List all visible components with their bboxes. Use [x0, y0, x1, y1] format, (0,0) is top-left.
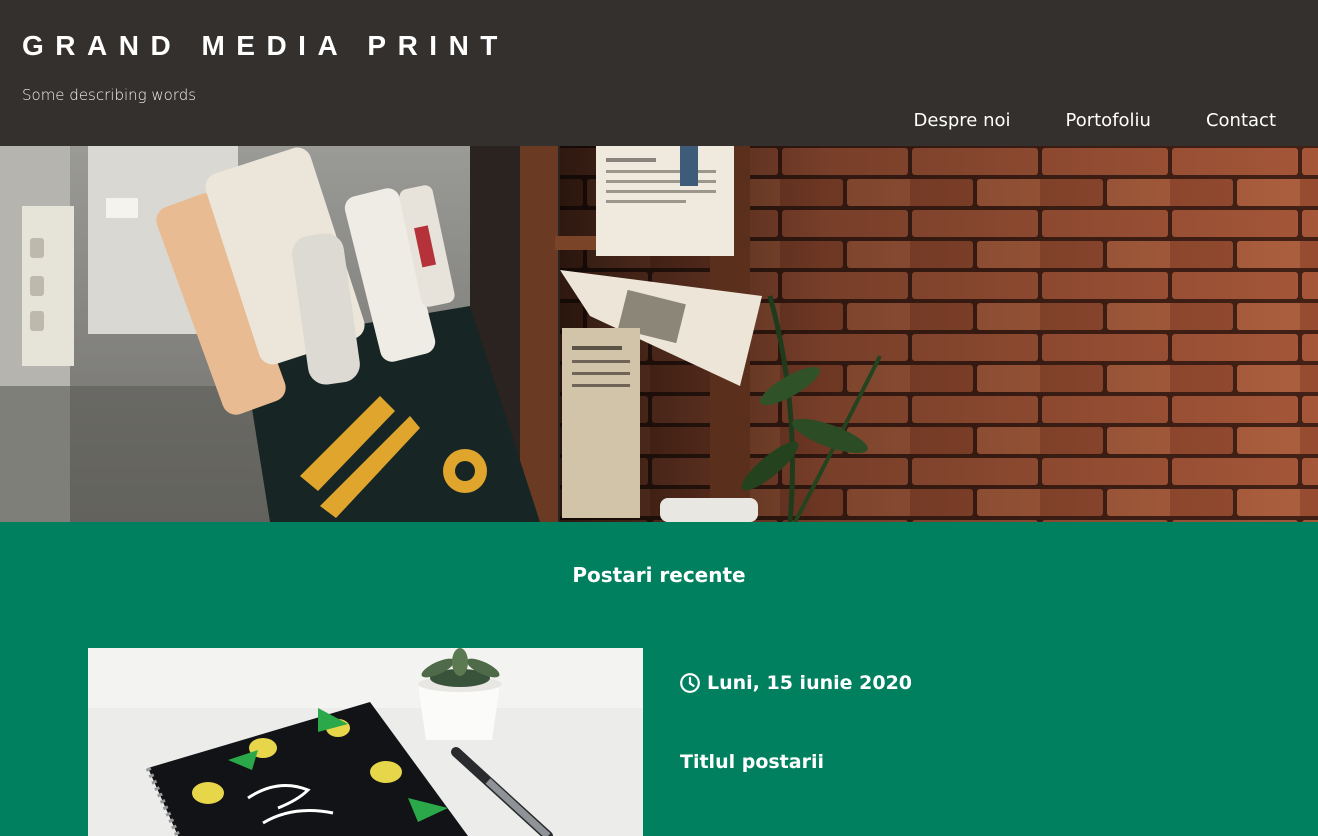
hero-image [0, 146, 1318, 522]
site-header: GRAND MEDIA PRINT Some describing words … [0, 0, 1318, 146]
post-photo-notebook-with-plant [88, 648, 643, 836]
post-date-text: Luni, 15 iunie 2020 [707, 672, 913, 694]
nav-link-portofoliu[interactable]: Portofoliu [1066, 110, 1151, 131]
hero-photo-newspapers-on-brick-wall [0, 146, 1318, 522]
nav-link-contact[interactable]: Contact [1206, 110, 1276, 131]
post-title-link[interactable]: Titlul postarii [680, 751, 824, 773]
post-thumbnail[interactable] [88, 648, 643, 836]
clock-icon [680, 673, 700, 693]
site-tagline: Some describing words [22, 86, 197, 104]
main-nav: Despre noi Portofoliu Contact [914, 110, 1276, 131]
post-date: Luni, 15 iunie 2020 [679, 672, 912, 694]
site-title[interactable]: GRAND MEDIA PRINT [22, 30, 509, 62]
recent-posts-heading: Postari recente [572, 563, 746, 587]
nav-link-despre-noi[interactable]: Despre noi [914, 110, 1011, 131]
